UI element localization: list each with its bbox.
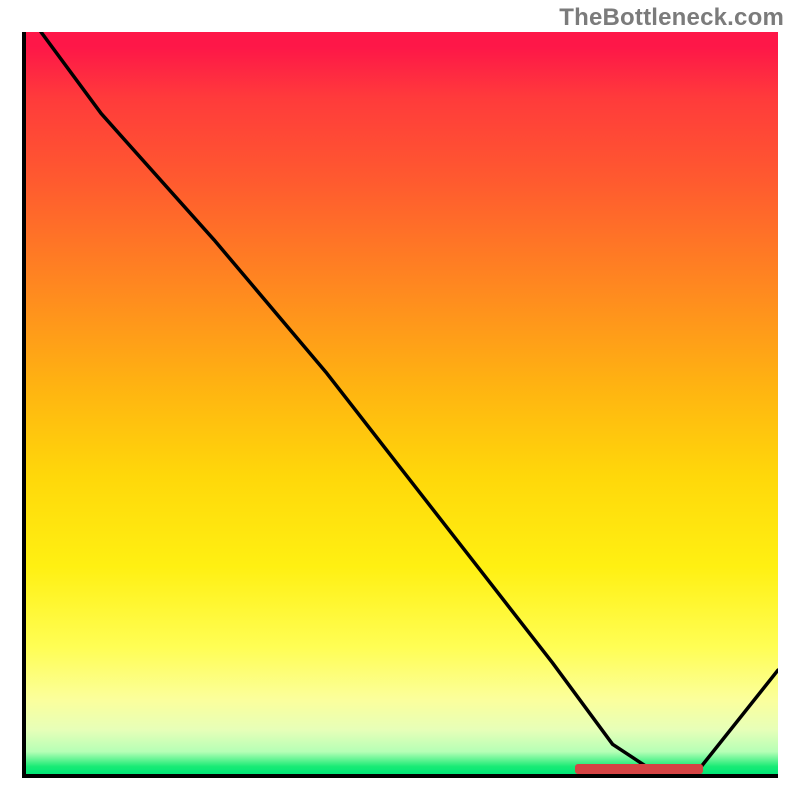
optimal-range-marker bbox=[575, 764, 703, 774]
chart-container: TheBottleneck.com bbox=[0, 0, 800, 800]
line-curve bbox=[26, 32, 778, 774]
watermark-text: TheBottleneck.com bbox=[559, 4, 784, 32]
plot-area bbox=[22, 32, 778, 778]
